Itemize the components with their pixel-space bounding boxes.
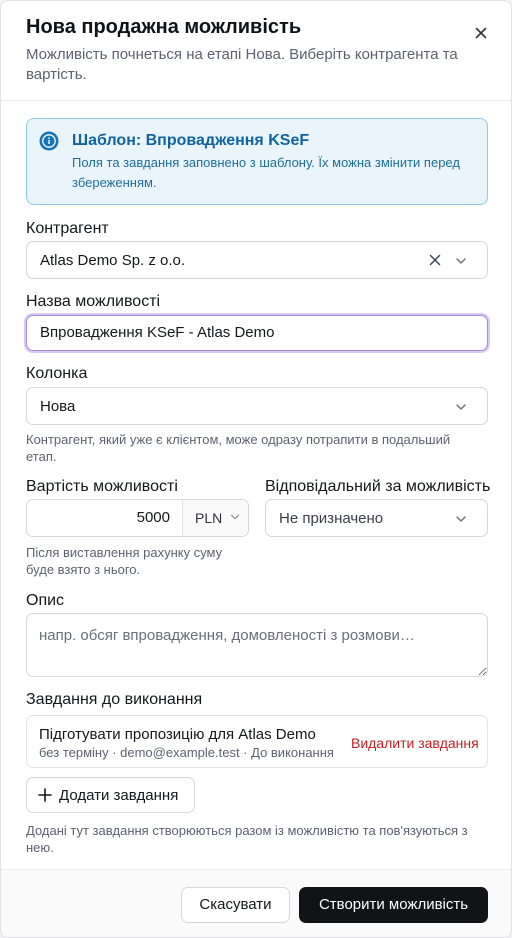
info-icon	[39, 131, 59, 151]
add-task-button[interactable]: Додати завдання	[26, 777, 195, 813]
value-amount-input[interactable]: 5000	[27, 500, 182, 536]
chevron-down-icon	[456, 258, 466, 264]
value-hint: Після виставлення рахунку суму буде взят…	[26, 545, 223, 577]
column-label: Колонка	[26, 365, 88, 382]
currency-select[interactable]: PLN	[182, 500, 248, 536]
close-button[interactable]	[471, 23, 491, 43]
owner-select[interactable]: Не призначено	[265, 499, 488, 537]
tasks-label: Завдання до виконання	[26, 691, 203, 708]
opportunity-name-value: Впровадження KSeF - Atlas Demo	[40, 324, 275, 341]
opportunity-name-label: Назва можливості	[26, 293, 161, 310]
notice-title: Шаблон: Впровадження KSeF	[72, 132, 310, 149]
chevron-down-icon	[456, 404, 466, 410]
dialog-footer: Скасувати Створити можливість	[1, 869, 511, 937]
currency-value: PLN	[195, 510, 223, 526]
task-title: Підготувати пропозицію для Atlas Demo	[39, 726, 316, 743]
chevron-down-icon	[456, 516, 466, 522]
dialog-title: Нова продажна можливість	[26, 16, 302, 38]
dialog-header: Нова продажна можливість Можливість почн…	[1, 1, 511, 101]
description-label: Опис	[26, 592, 65, 609]
plus-icon	[38, 785, 52, 805]
tasks-hint: Додані тут завдання створюються разом із…	[26, 823, 468, 855]
value-field: 5000 PLN	[26, 499, 249, 537]
column-select[interactable]: Нова	[26, 387, 488, 425]
value-label: Вартість можливості	[26, 478, 178, 495]
task-item: Підготувати пропозицію для Atlas Demo бе…	[26, 715, 488, 768]
contractor-label: Контрагент	[26, 220, 109, 237]
create-opportunity-button[interactable]: Створити можливість	[299, 887, 488, 923]
close-icon	[475, 27, 487, 39]
add-task-label: Додати завдання	[59, 787, 179, 804]
owner-label: Відповідальний за можливість	[265, 478, 491, 495]
chevron-down-icon	[230, 514, 240, 520]
clear-icon[interactable]	[428, 253, 442, 267]
column-value: Нова	[40, 398, 76, 415]
description-textarea[interactable]	[26, 613, 488, 677]
template-notice: Шаблон: Впровадження KSeF Поля та завдан…	[26, 118, 488, 205]
opportunity-name-input[interactable]: Впровадження KSeF - Atlas Demo	[26, 315, 488, 351]
cancel-button[interactable]: Скасувати	[181, 887, 290, 923]
contractor-select[interactable]: Atlas Demo Sp. z o.o.	[26, 241, 488, 279]
task-meta: без терміну · demo@example.test · До вик…	[39, 745, 334, 760]
column-hint: Контрагент, який уже є клієнтом, може од…	[26, 432, 451, 464]
new-opportunity-dialog: Нова продажна можливість Можливість почн…	[0, 0, 512, 938]
contractor-value: Atlas Demo Sp. z o.o.	[40, 252, 186, 269]
dialog-subtitle: Можливість почнеться на етапі Нова. Вибе…	[26, 46, 458, 83]
owner-value: Не призначено	[279, 510, 384, 527]
delete-task-button[interactable]: Видалити завдання	[351, 734, 479, 752]
notice-text: Поля та завдання заповнено з шаблону. Їх…	[72, 155, 460, 190]
